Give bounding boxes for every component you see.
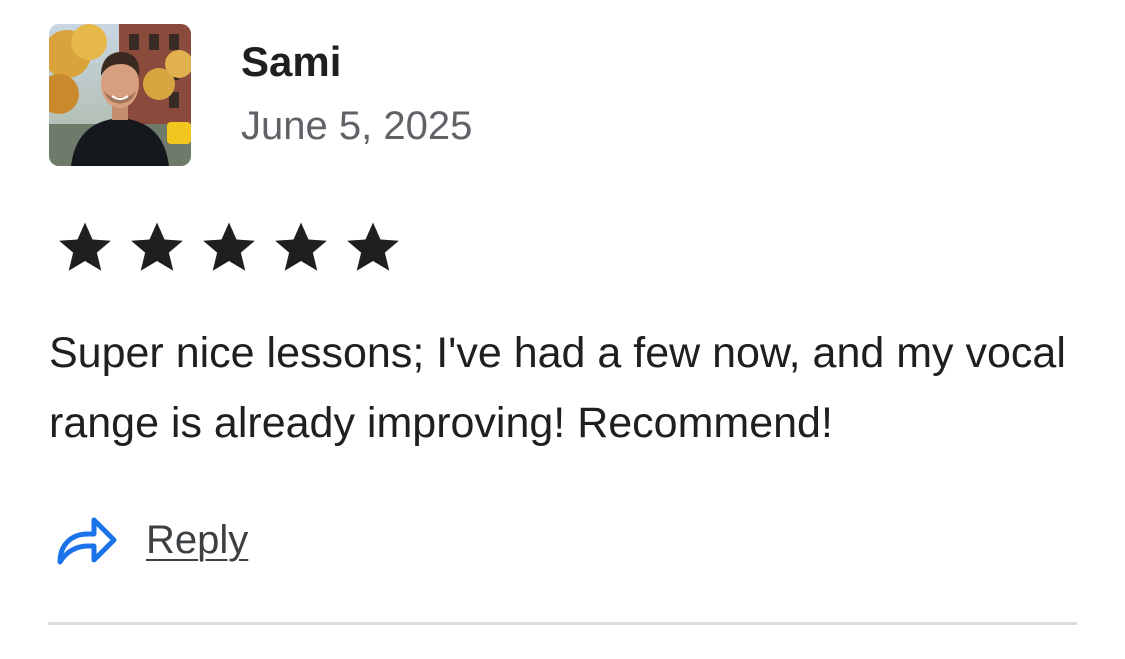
divider [48, 622, 1077, 625]
reviewer-avatar[interactable] [49, 24, 191, 166]
reviewer-name[interactable]: Sami [241, 38, 341, 86]
avatar-photo [49, 24, 191, 166]
review-date: June 5, 2025 [241, 104, 473, 148]
star-icon [59, 222, 111, 271]
reply-label[interactable]: Reply [146, 518, 248, 563]
star-icon [347, 222, 399, 271]
review-text: Super nice lessons; I've had a few now, … [49, 329, 1066, 447]
star-icon [131, 222, 183, 271]
review-card: Sami June 5, 2025 Super nice lessons; I'… [0, 0, 1125, 659]
star-icon [275, 222, 327, 271]
reply-arrow-icon [57, 517, 117, 565]
reply-button[interactable]: Reply [54, 508, 248, 572]
star-rating [54, 216, 404, 278]
star-icon [203, 222, 255, 271]
